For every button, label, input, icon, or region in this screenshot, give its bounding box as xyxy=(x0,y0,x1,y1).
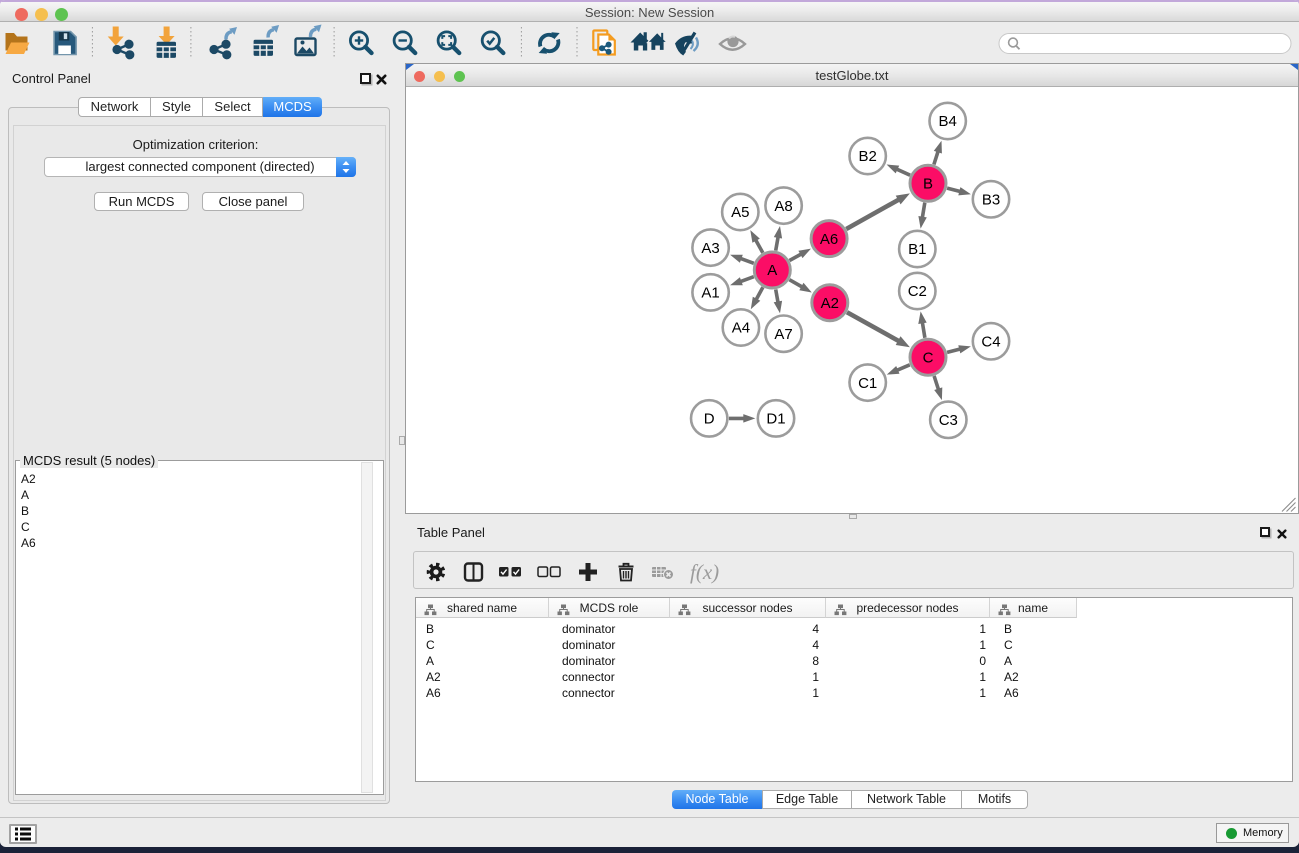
svg-text:C3: C3 xyxy=(939,412,958,429)
svg-text:D: D xyxy=(704,411,715,428)
svg-text:A6: A6 xyxy=(820,231,838,248)
svg-text:B4: B4 xyxy=(939,113,957,130)
svg-text:f(x): f(x) xyxy=(690,560,719,584)
svg-text:B1: B1 xyxy=(908,241,926,258)
svg-text:A7: A7 xyxy=(774,326,792,343)
svg-text:C2: C2 xyxy=(908,283,927,300)
svg-text:A2: A2 xyxy=(821,295,839,312)
svg-text:B2: B2 xyxy=(859,148,877,165)
svg-text:A: A xyxy=(767,262,777,279)
svg-text:A4: A4 xyxy=(732,320,750,337)
svg-text:B: B xyxy=(923,176,933,193)
svg-text:A1: A1 xyxy=(701,285,719,302)
svg-text:D1: D1 xyxy=(766,411,785,428)
svg-text:C1: C1 xyxy=(858,375,877,392)
svg-text:A5: A5 xyxy=(731,204,749,221)
svg-text:C4: C4 xyxy=(981,334,1000,351)
svg-text:A3: A3 xyxy=(701,240,719,257)
svg-text:B3: B3 xyxy=(982,192,1000,209)
svg-text:A8: A8 xyxy=(774,198,792,215)
svg-text:C: C xyxy=(923,349,934,366)
